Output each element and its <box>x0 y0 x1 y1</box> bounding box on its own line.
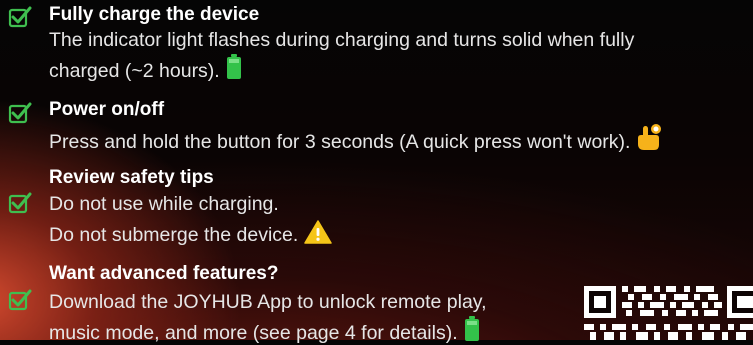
step-title: Want advanced features? <box>49 263 279 284</box>
checkbox-checked-icon <box>8 6 32 28</box>
step-title: Review safety tips <box>49 167 214 188</box>
step-text-line2: charged (~2 hours). <box>49 54 242 83</box>
battery-icon <box>226 54 241 79</box>
step-title: Power on/off <box>49 99 165 120</box>
battery-icon <box>464 316 479 341</box>
step-text: Download the JOYHUB App to unlock remote… <box>49 291 487 313</box>
pointing-hand-icon <box>638 124 662 150</box>
checkbox-checked-icon <box>8 102 32 124</box>
step-text: The indicator light flashes during charg… <box>49 29 635 51</box>
qr-code[interactable] <box>584 286 753 340</box>
checkbox-checked-icon <box>8 289 32 311</box>
step-text-line: Press and hold the button for 3 seconds … <box>49 123 662 154</box>
step-text-line2: Do not submerge the device. <box>49 220 333 247</box>
warning-icon <box>304 220 333 244</box>
step-text: Do not use while charging. <box>49 193 279 215</box>
step-title: Fully charge the device <box>49 4 260 25</box>
checkbox-checked-icon <box>8 192 32 214</box>
step-text-line2: music mode, and more (see page 4 for det… <box>49 316 480 345</box>
